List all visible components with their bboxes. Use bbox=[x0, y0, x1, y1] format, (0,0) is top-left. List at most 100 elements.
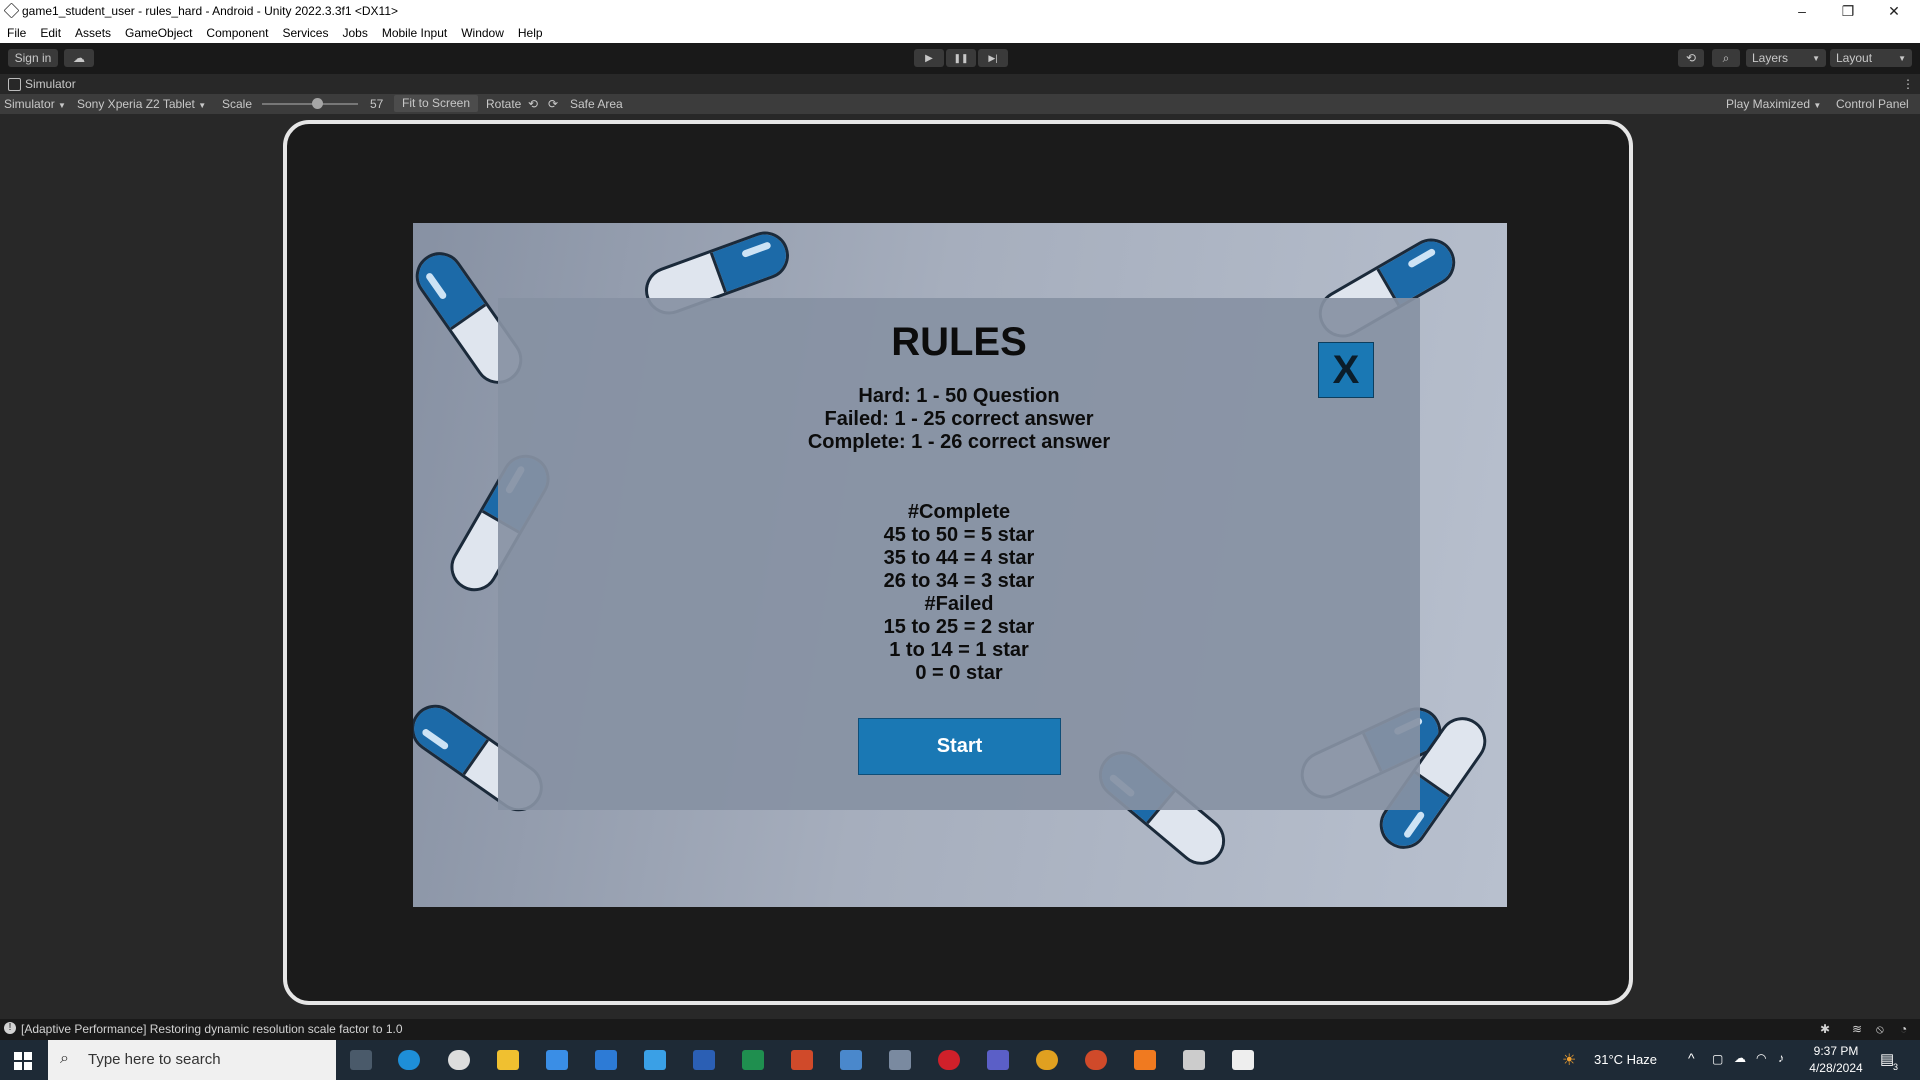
console-message[interactable]: [Adaptive Performance] Restoring dynamic… bbox=[21, 1022, 403, 1036]
window-title: game1_student_user - rules_hard - Androi… bbox=[22, 4, 399, 18]
unity-editor-icon[interactable] bbox=[1232, 1050, 1254, 1070]
clock-time[interactable]: 9:37 PM bbox=[1806, 1044, 1866, 1058]
mail-icon[interactable] bbox=[595, 1050, 617, 1070]
sign-in-button[interactable]: Sign in bbox=[8, 49, 58, 67]
layout-dropdown[interactable]: Layout ▼ bbox=[1830, 49, 1912, 67]
cloud-icon[interactable]: ☁ bbox=[64, 49, 94, 67]
chevron-down-icon: ▼ bbox=[198, 101, 207, 110]
play-mode-label: Play Maximized bbox=[1726, 97, 1811, 111]
search-icon: ⌕ bbox=[60, 1050, 69, 1067]
star-rule-line: 1 to 14 = 1 star bbox=[889, 639, 1029, 661]
onedrive-icon[interactable]: ☁ bbox=[1734, 1051, 1746, 1065]
star-rule-line: 26 to 34 = 3 star bbox=[883, 570, 1035, 592]
chevron-up-icon[interactable]: ^ bbox=[1688, 1050, 1695, 1066]
rules-summary-line: Failed: 1 - 25 correct answer bbox=[824, 408, 1094, 430]
chevron-down-icon: ▼ bbox=[1813, 101, 1822, 110]
chrome-profile-icon[interactable] bbox=[1085, 1050, 1107, 1070]
simulator-tab-header: Simulator ⋮ bbox=[0, 74, 1920, 94]
pause-button[interactable]: ❚❚ bbox=[946, 49, 976, 67]
star-rule-line: #Failed bbox=[924, 593, 994, 615]
network-icon[interactable]: ⦸ bbox=[1876, 1022, 1884, 1037]
tab-simulator[interactable]: Simulator bbox=[25, 77, 76, 91]
volume-icon[interactable]: ♪ bbox=[1778, 1051, 1784, 1065]
weather-text[interactable]: 31°C Haze bbox=[1594, 1052, 1657, 1067]
menu-mobile-input[interactable]: Mobile Input bbox=[375, 26, 454, 40]
word-icon[interactable] bbox=[693, 1050, 715, 1070]
search-icon[interactable]: ⌕ bbox=[1712, 49, 1740, 67]
close-rules-button[interactable]: X bbox=[1318, 342, 1374, 398]
settings-icon[interactable] bbox=[448, 1050, 470, 1070]
star-rule-line: 35 to 44 = 4 star bbox=[883, 547, 1035, 569]
start-button[interactable]: Start bbox=[858, 718, 1061, 775]
file-explorer-icon[interactable] bbox=[497, 1050, 519, 1070]
scale-label: Scale bbox=[222, 97, 253, 111]
layers-dropdown[interactable]: Layers ▼ bbox=[1746, 49, 1826, 67]
scale-slider-track[interactable] bbox=[262, 98, 358, 109]
chevron-down-icon: ▼ bbox=[1812, 53, 1820, 63]
menu-bar: File Edit Assets GameObject Component Se… bbox=[0, 22, 1920, 43]
device-dropdown-label: Sony Xperia Z2 Tablet bbox=[77, 97, 195, 111]
scale-slider-handle[interactable] bbox=[311, 98, 323, 109]
menu-gameobject[interactable]: GameObject bbox=[118, 26, 199, 40]
chevron-down-icon: ▼ bbox=[58, 101, 66, 110]
rotate-left-icon[interactable]: ⟲ bbox=[528, 97, 538, 111]
unity-hub-icon[interactable] bbox=[1183, 1050, 1205, 1070]
chrome-icon[interactable] bbox=[1036, 1050, 1058, 1070]
close-window-button[interactable]: ✕ bbox=[1872, 0, 1916, 22]
simulator-controls: Simulator ▼ Sony Xperia Z2 Tablet ▼ Scal… bbox=[0, 94, 1920, 114]
rotate-label: Rotate bbox=[486, 97, 522, 111]
excel-icon[interactable] bbox=[742, 1050, 764, 1070]
safe-area-toggle[interactable]: Safe Area bbox=[570, 97, 623, 111]
restore-button[interactable]: ❐ bbox=[1826, 0, 1870, 22]
wifi-icon[interactable]: ◠ bbox=[1756, 1051, 1766, 1065]
edge-icon[interactable] bbox=[398, 1050, 420, 1070]
view-dropdown[interactable]: Simulator ▼ bbox=[4, 97, 66, 111]
menu-assets[interactable]: Assets bbox=[68, 26, 118, 40]
outlook-icon[interactable] bbox=[644, 1050, 666, 1070]
star-rule-line: 45 to 50 = 5 star bbox=[883, 524, 1035, 546]
weather-icon[interactable]: ☀ bbox=[1562, 1050, 1576, 1070]
play-button[interactable]: ▶ bbox=[914, 49, 944, 67]
windows-taskbar: ⌕ Type here to search ☀ 31°C Haze ^ ▢ ☁ … bbox=[0, 1040, 1920, 1080]
menu-file[interactable]: File bbox=[0, 26, 33, 40]
progress-icon[interactable]: ◔ bbox=[1900, 1022, 1907, 1036]
device-dropdown[interactable]: Sony Xperia Z2 Tablet ▼ bbox=[77, 97, 206, 111]
play-mode-dropdown[interactable]: Play Maximized ▼ bbox=[1726, 97, 1821, 111]
menu-jobs[interactable]: Jobs bbox=[335, 26, 374, 40]
minimize-button[interactable]: – bbox=[1780, 0, 1824, 22]
star-rule-line: #Complete bbox=[907, 501, 1011, 523]
menu-services[interactable]: Services bbox=[275, 26, 335, 40]
opera-icon[interactable] bbox=[938, 1050, 960, 1070]
info-icon: ! bbox=[4, 1022, 16, 1034]
calculator-icon[interactable] bbox=[889, 1050, 911, 1070]
history-icon[interactable]: ⟲ bbox=[1678, 49, 1704, 67]
stylus-app-icon[interactable] bbox=[840, 1050, 862, 1070]
clock-date[interactable]: 4/28/2024 bbox=[1806, 1061, 1866, 1075]
xampp-icon[interactable] bbox=[1134, 1050, 1156, 1070]
menu-help[interactable]: Help bbox=[511, 26, 550, 40]
powerpoint-icon[interactable] bbox=[791, 1050, 813, 1070]
taskbar-search-placeholder: Type here to search bbox=[88, 1051, 221, 1068]
menu-edit[interactable]: Edit bbox=[33, 26, 68, 40]
rotate-right-icon[interactable]: ⟳ bbox=[548, 97, 558, 111]
debug-icon[interactable]: ✱ bbox=[1820, 1022, 1830, 1036]
window-title-bar: game1_student_user - rules_hard - Androi… bbox=[0, 0, 1920, 22]
windows-start-icon[interactable] bbox=[14, 1052, 32, 1070]
device-icon[interactable]: ▢ bbox=[1712, 1052, 1723, 1066]
store-icon[interactable] bbox=[546, 1050, 568, 1070]
teams-icon[interactable] bbox=[987, 1050, 1009, 1070]
step-button[interactable]: ▶| bbox=[978, 49, 1008, 67]
unity-logo-icon bbox=[3, 2, 20, 19]
fit-to-screen-button[interactable]: Fit to Screen bbox=[394, 95, 478, 112]
scale-value: 57 bbox=[370, 97, 384, 111]
star-rule-line: 15 to 25 = 2 star bbox=[883, 616, 1035, 638]
more-options-icon[interactable]: ⋮ bbox=[1902, 77, 1914, 91]
task-view-icon[interactable] bbox=[350, 1050, 372, 1070]
cache-icon[interactable]: ≋ bbox=[1852, 1022, 1862, 1036]
menu-window[interactable]: Window bbox=[454, 26, 511, 40]
taskbar-search-box[interactable]: ⌕ Type here to search bbox=[48, 1040, 336, 1080]
layout-label: Layout bbox=[1836, 51, 1873, 65]
layers-label: Layers bbox=[1752, 51, 1789, 65]
control-panel-button[interactable]: Control Panel bbox=[1836, 97, 1909, 111]
menu-component[interactable]: Component bbox=[199, 26, 275, 40]
